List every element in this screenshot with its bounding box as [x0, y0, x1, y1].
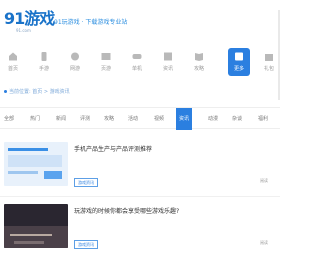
- header: 91游戏 91.com 91玩游戏 · 下载游戏专业站: [0, 0, 280, 100]
- thumbnail-element: [10, 234, 52, 236]
- gift-icon: [264, 52, 274, 61]
- article-views: 阅读: [260, 178, 268, 183]
- tag-item[interactable]: 视频: [154, 115, 164, 122]
- divider: [0, 196, 280, 197]
- category-label: 礼包: [263, 66, 274, 72]
- book-icon: [194, 52, 204, 61]
- article-views: 阅读: [260, 240, 268, 245]
- tag-item-active[interactable]: 资讯: [176, 108, 193, 130]
- category-label: 手游: [38, 66, 49, 72]
- tag-item[interactable]: 新闻: [56, 115, 66, 122]
- phone-icon: [39, 52, 49, 61]
- tag-item[interactable]: 动漫: [208, 115, 218, 122]
- article-tag[interactable]: 游戏资讯: [74, 240, 98, 249]
- window-icon: [101, 52, 111, 61]
- category-item-gift[interactable]: 礼包: [258, 48, 280, 78]
- category-item-guide[interactable]: 攻略: [188, 48, 210, 78]
- category-label: 页游: [100, 66, 111, 72]
- site-slogan: 91玩游戏 · 下载游戏专业站: [54, 19, 128, 26]
- news-icon: [163, 52, 173, 61]
- thumbnail-element: [14, 241, 44, 244]
- category-label: 单机: [131, 66, 142, 72]
- category-item-more[interactable]: 更多: [228, 48, 250, 76]
- article-tag[interactable]: 游戏资讯: [74, 178, 98, 187]
- thumbnail-element: [4, 226, 68, 248]
- category-label: 攻略: [193, 66, 204, 72]
- category-label: 更多: [233, 66, 244, 72]
- tag-item[interactable]: 攻略: [104, 115, 114, 122]
- logo-subtext: 91.com: [16, 28, 31, 33]
- tag-item[interactable]: 评测: [80, 115, 90, 122]
- location-pin-icon: [4, 90, 7, 93]
- category-nav: 首页 手游 网游 页游 单机 资讯 攻略 更多 礼包: [0, 48, 280, 80]
- category-label: 资讯: [162, 66, 173, 72]
- breadcrumb-text: 当前位置: 首页 > 游戏资讯: [9, 89, 70, 95]
- category-item-web[interactable]: 页游: [95, 48, 117, 78]
- category-item-home[interactable]: 首页: [2, 48, 24, 78]
- thumbnail-element: [44, 171, 62, 179]
- thumbnail-element: [8, 155, 62, 167]
- grid-icon: [234, 52, 244, 61]
- home-icon: [8, 52, 18, 61]
- article-title[interactable]: 玩游戏的时候你都会享受哪些游戏乐趣?: [74, 206, 274, 215]
- thumbnail-element: [8, 148, 48, 151]
- globe-icon: [70, 52, 80, 61]
- thumbnail-element: [8, 171, 38, 174]
- article-item[interactable]: 手机产品生产与产品评测推荐 游戏资讯 阅读: [0, 142, 280, 198]
- article-thumbnail[interactable]: [4, 204, 68, 248]
- article-title[interactable]: 手机产品生产与产品评测推荐: [74, 144, 274, 153]
- tag-item[interactable]: 福利: [258, 115, 268, 122]
- category-item-news[interactable]: 资讯: [157, 48, 179, 78]
- tag-filter-bar: 全部 热门 新闻 评测 攻略 活动 视频 资讯 动漫 杂谈 福利: [0, 107, 280, 130]
- category-item-mobile[interactable]: 手游: [33, 48, 55, 78]
- page: 91游戏 91.com 91玩游戏 · 下载游戏专业站 首页 手游 网游 页游 …: [0, 0, 280, 260]
- gamepad-icon: [132, 52, 142, 61]
- category-item-single[interactable]: 单机: [126, 48, 148, 78]
- logo-text: 91游戏: [4, 9, 55, 28]
- category-label: 首页: [7, 66, 18, 72]
- tag-item[interactable]: 全部: [4, 115, 14, 122]
- breadcrumb: 当前位置: 首页 > 游戏资讯: [4, 88, 70, 95]
- tag-item[interactable]: 活动: [128, 115, 138, 122]
- category-label: 网游: [69, 66, 80, 72]
- tag-item[interactable]: 热门: [30, 115, 40, 122]
- tag-item[interactable]: 杂谈: [232, 115, 242, 122]
- category-item-online[interactable]: 网游: [64, 48, 86, 78]
- article-thumbnail[interactable]: [4, 142, 68, 186]
- site-logo[interactable]: 91游戏 91.com: [4, 10, 55, 36]
- article-item[interactable]: 玩游戏的时候你都会享受哪些游戏乐趣? 游戏资讯 阅读: [0, 204, 280, 260]
